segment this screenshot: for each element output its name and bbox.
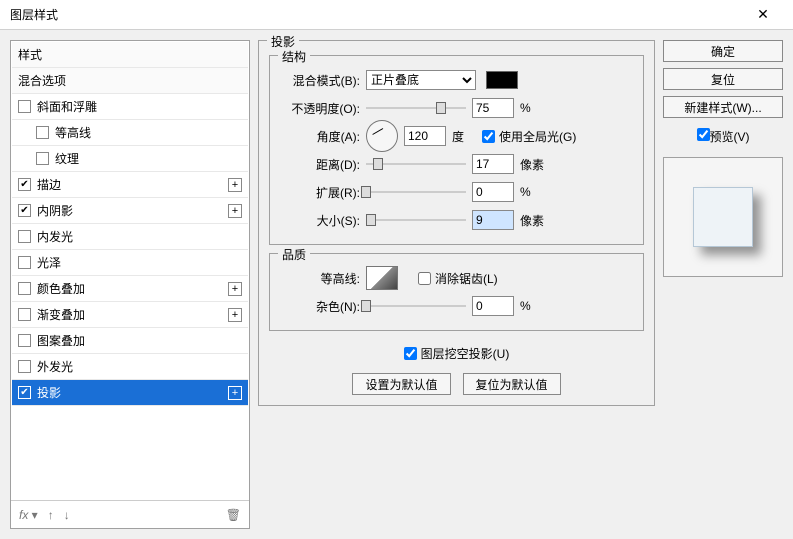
style-gradient-overlay[interactable]: 渐变叠加+ <box>12 302 248 328</box>
style-pattern-overlay[interactable]: 图案叠加 <box>12 328 248 354</box>
blend-options[interactable]: 混合选项 <box>12 68 248 94</box>
checkbox-icon[interactable]: ✔ <box>18 178 31 191</box>
style-contour[interactable]: 等高线 <box>12 120 248 146</box>
unit-degree: 度 <box>452 128 476 145</box>
checkbox-icon[interactable]: ✔ <box>18 386 31 399</box>
unit-percent: % <box>520 101 544 115</box>
unit-px: 像素 <box>520 212 544 229</box>
global-light-checkbox[interactable]: 使用全局光(G) <box>482 128 576 145</box>
noise-field[interactable] <box>472 296 514 316</box>
styles-list: 样式 混合选项 斜面和浮雕 等高线 纹理 ✔描边+ ✔内阴影+ 内发光 光泽 颜… <box>10 40 250 529</box>
knockout-checkbox[interactable]: 图层挖空投影(U) <box>404 345 510 362</box>
structure-legend: 结构 <box>278 48 310 65</box>
style-drop-shadow[interactable]: ✔投影+ <box>12 380 248 406</box>
checkbox-icon[interactable] <box>36 152 49 165</box>
preview-swatch <box>693 187 753 247</box>
noise-label: 杂色(N): <box>280 298 360 315</box>
size-field[interactable] <box>472 210 514 230</box>
reset-default-button[interactable]: 复位为默认值 <box>463 373 561 395</box>
styles-header[interactable]: 样式 <box>12 42 248 68</box>
blend-mode-label: 混合模式(B): <box>280 72 360 89</box>
style-bevel[interactable]: 斜面和浮雕 <box>12 94 248 120</box>
checkbox-icon[interactable] <box>36 126 49 139</box>
spread-label: 扩展(R): <box>280 184 360 201</box>
shadow-color-swatch[interactable] <box>486 71 518 89</box>
opacity-field[interactable] <box>472 98 514 118</box>
window-title: 图层样式 <box>10 6 58 23</box>
style-satin[interactable]: 光泽 <box>12 250 248 276</box>
style-inner-shadow[interactable]: ✔内阴影+ <box>12 198 248 224</box>
style-outer-glow[interactable]: 外发光 <box>12 354 248 380</box>
distance-slider[interactable] <box>366 156 466 172</box>
distance-label: 距离(D): <box>280 156 360 173</box>
trash-icon[interactable]: 🗑 <box>226 508 241 522</box>
blend-mode-select[interactable]: 正片叠底 <box>366 70 476 90</box>
checkbox-icon[interactable] <box>18 100 31 113</box>
style-color-overlay[interactable]: 颜色叠加+ <box>12 276 248 302</box>
move-up-icon[interactable]: ↑ <box>48 508 54 522</box>
spread-field[interactable] <box>472 182 514 202</box>
preview-checkbox[interactable]: 预览(V) <box>697 128 750 145</box>
angle-dial[interactable] <box>366 120 398 152</box>
spread-slider[interactable] <box>366 184 466 200</box>
unit-percent: % <box>520 299 544 313</box>
fx-menu[interactable]: fx ▾ <box>19 508 38 522</box>
close-button[interactable]: ✕ <box>743 0 783 30</box>
plus-icon[interactable]: + <box>228 308 242 322</box>
style-inner-glow[interactable]: 内发光 <box>12 224 248 250</box>
unit-percent: % <box>520 185 544 199</box>
plus-icon[interactable]: + <box>228 178 242 192</box>
set-default-button[interactable]: 设置为默认值 <box>352 373 450 395</box>
size-label: 大小(S): <box>280 212 360 229</box>
contour-picker[interactable] <box>366 266 398 290</box>
plus-icon[interactable]: + <box>228 204 242 218</box>
move-down-icon[interactable]: ↓ <box>64 508 70 522</box>
unit-px: 像素 <box>520 156 544 173</box>
checkbox-icon[interactable] <box>18 334 31 347</box>
antialias-checkbox[interactable]: 消除锯齿(L) <box>418 270 498 287</box>
contour-label: 等高线: <box>280 270 360 287</box>
size-slider[interactable] <box>366 212 466 228</box>
plus-icon[interactable]: + <box>228 282 242 296</box>
checkbox-icon[interactable]: ✔ <box>18 204 31 217</box>
preview-box <box>663 157 783 277</box>
angle-label: 角度(A): <box>280 128 360 145</box>
checkbox-icon[interactable] <box>18 308 31 321</box>
checkbox-icon[interactable] <box>18 256 31 269</box>
style-texture[interactable]: 纹理 <box>12 146 248 172</box>
distance-field[interactable] <box>472 154 514 174</box>
quality-legend: 品质 <box>278 246 310 263</box>
checkbox-icon[interactable] <box>18 360 31 373</box>
noise-slider[interactable] <box>366 298 466 314</box>
drop-shadow-panel: 投影 结构 混合模式(B): 正片叠底 不透明度(O): % 角度(A): <box>258 40 655 406</box>
opacity-slider[interactable] <box>366 100 466 116</box>
opacity-label: 不透明度(O): <box>280 100 360 117</box>
checkbox-icon[interactable] <box>18 230 31 243</box>
angle-field[interactable] <box>404 126 446 146</box>
plus-icon[interactable]: + <box>228 386 242 400</box>
style-stroke[interactable]: ✔描边+ <box>12 172 248 198</box>
ok-button[interactable]: 确定 <box>663 40 783 62</box>
cancel-button[interactable]: 复位 <box>663 68 783 90</box>
checkbox-icon[interactable] <box>18 282 31 295</box>
new-style-button[interactable]: 新建样式(W)... <box>663 96 783 118</box>
